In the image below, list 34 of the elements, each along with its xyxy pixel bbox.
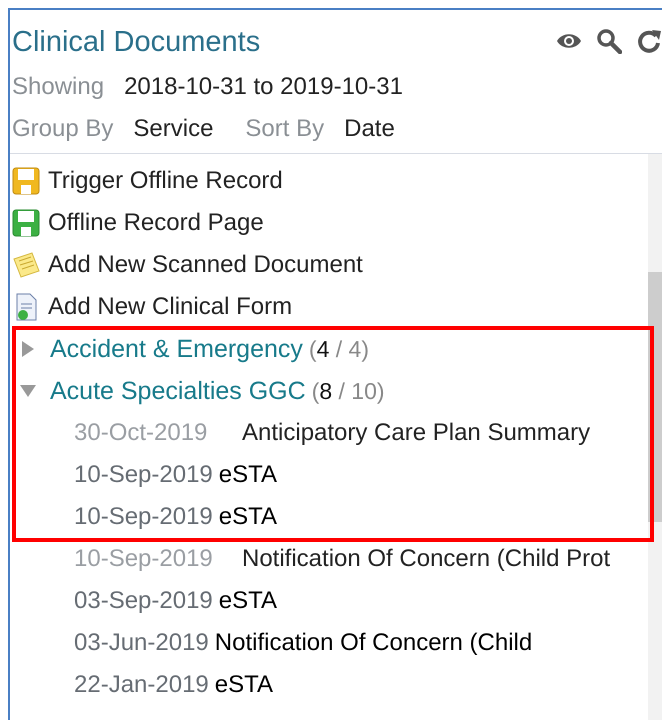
expand-triangle-icon[interactable]: [20, 341, 36, 357]
document-date: 22-Jan-2019: [74, 671, 209, 699]
document-title[interactable]: Notification Of Concern (Child: [214, 629, 532, 657]
filter-label: Sort By: [245, 115, 324, 143]
group-name[interactable]: Accident & Emergency: [50, 334, 303, 364]
filter-label: Group By: [12, 115, 114, 143]
filter-label: Showing: [12, 73, 104, 101]
document-title[interactable]: Anticipatory Care Plan Summary: [242, 419, 590, 447]
action-link[interactable]: Offline Record Page: [48, 209, 264, 237]
document-date: 30-Oct-2019: [74, 419, 208, 447]
action-link[interactable]: Add New Clinical Form: [48, 293, 292, 321]
document-date: 10-Sep-2019: [74, 545, 214, 573]
document-date: 03-Jun-2019: [74, 629, 209, 657]
search-icon[interactable]: [596, 28, 622, 54]
collapse-triangle-icon[interactable]: [20, 383, 36, 399]
action-link[interactable]: Add New Scanned Document: [48, 251, 363, 279]
document-date: 10-Sep-2019: [74, 503, 213, 531]
note-paper-icon: [12, 251, 40, 279]
refresh-icon[interactable]: [636, 28, 662, 54]
panel-title: Clinical Documents: [12, 26, 260, 59]
filter-value[interactable]: Date: [344, 115, 395, 143]
group-name[interactable]: Acute Specialties GGC: [50, 376, 306, 406]
document-date: 03-Sep-2019: [74, 587, 213, 615]
document-title[interactable]: eSTA: [218, 461, 278, 489]
filter-value[interactable]: 2018-10-31 to 2019-10-31: [124, 73, 403, 101]
document-title[interactable]: eSTA: [214, 671, 274, 699]
document-date: 10-Sep-2019: [74, 461, 213, 489]
document-title[interactable]: eSTA: [218, 503, 278, 531]
document-title[interactable]: Notification Of Concern (Child Prot: [242, 545, 610, 573]
group-count: (4 / 4): [308, 336, 369, 362]
action-link[interactable]: Trigger Offline Record: [48, 167, 283, 195]
group-count: (8 / 10): [312, 378, 385, 404]
document-title[interactable]: eSTA: [218, 587, 278, 615]
filter-value[interactable]: Service: [133, 115, 214, 143]
